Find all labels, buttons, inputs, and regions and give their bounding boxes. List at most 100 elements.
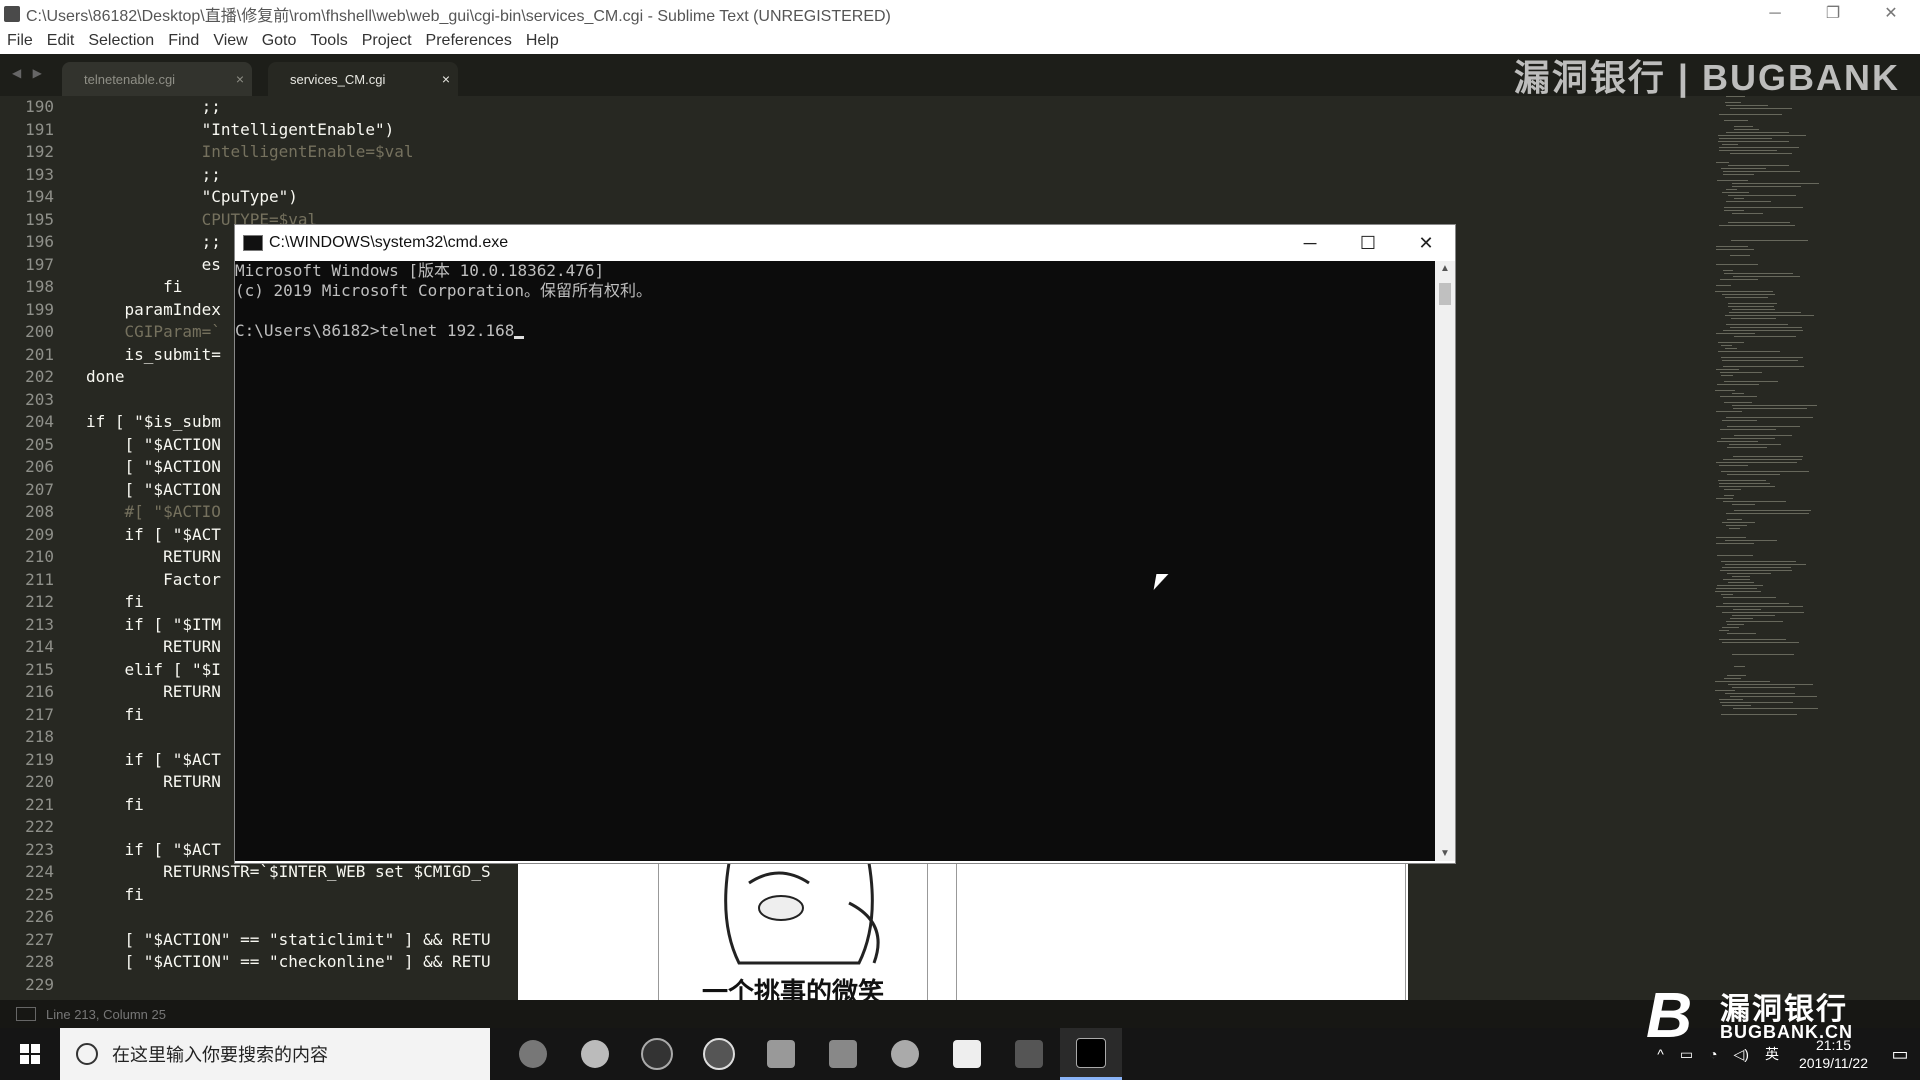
minimap-line (1722, 612, 1804, 613)
minimap-line (1718, 135, 1806, 136)
minimize-button[interactable]: ─ (1746, 0, 1804, 28)
scroll-down-icon[interactable]: ▼ (1435, 848, 1455, 859)
menu-find[interactable]: Find (161, 32, 206, 50)
minimap-line (1723, 501, 1786, 502)
minimap-line (1719, 225, 1795, 226)
code-line[interactable]: "IntelligentEnable") (86, 119, 1686, 142)
minimap-line (1731, 240, 1808, 241)
minimap-line (1727, 573, 1771, 574)
code-line[interactable]: ;; (86, 164, 1686, 187)
chat-icon (767, 1040, 795, 1068)
line-number: 204 (25, 412, 54, 431)
minimap-line (1726, 525, 1747, 526)
cmd-window[interactable]: C:\WINDOWS\system32\cmd.exe ─ ☐ ✕ Micros… (234, 224, 1456, 864)
cmd-minimize-button[interactable]: ─ (1281, 225, 1339, 261)
tab-close-icon[interactable]: × (434, 71, 458, 87)
minimap-line (1723, 366, 1804, 367)
minimap-line (1716, 411, 1742, 412)
minimap-line (1716, 606, 1803, 607)
scroll-thumb[interactable] (1439, 283, 1451, 305)
cmd-scrollbar[interactable]: ▲ ▼ (1435, 261, 1455, 861)
sublime-icon (1015, 1040, 1043, 1068)
menu-selection[interactable]: Selection (81, 32, 161, 50)
taskbar-search[interactable]: 在这里输入你要搜索的内容 (60, 1028, 490, 1080)
menu-view[interactable]: View (206, 32, 254, 50)
sticker-image: 一个挑事的微笑 (658, 862, 928, 1018)
line-number: 206 (25, 457, 54, 476)
terminal-icon (1076, 1037, 1106, 1068)
close-button[interactable]: ✕ (1862, 0, 1920, 28)
minimap-line (1732, 186, 1801, 187)
minimap-line (1718, 480, 1766, 481)
taskbar-app-cmd[interactable] (1060, 1028, 1122, 1080)
code-line[interactable]: ;; (86, 96, 1686, 119)
tab-nav-arrows[interactable]: ◀ ▶ (12, 66, 46, 80)
menu-file[interactable]: File (0, 32, 40, 50)
menu-help[interactable]: Help (519, 32, 566, 50)
minimap[interactable] (1715, 96, 1920, 1000)
minimap-line (1726, 324, 1788, 325)
taskbar-app-obs[interactable] (626, 1028, 688, 1080)
minimap-line (1725, 297, 1768, 298)
cmd-maximize-button[interactable]: ☐ (1339, 225, 1397, 261)
taskbar-app-explorer[interactable] (812, 1028, 874, 1080)
console-toggle-icon[interactable] (16, 1007, 36, 1021)
minimap-line (1715, 690, 1735, 691)
scroll-up-icon[interactable]: ▲ (1435, 263, 1455, 274)
minimap-line (1721, 561, 1796, 562)
code-line[interactable]: "CpuType") (86, 186, 1686, 209)
restore-button[interactable]: ❐ (1804, 0, 1862, 28)
minimap-line (1725, 693, 1795, 694)
taskbar-app-sublime[interactable] (998, 1028, 1060, 1080)
minimap-line (1720, 396, 1757, 397)
menu-goto[interactable]: Goto (255, 32, 304, 50)
minimap-line (1718, 141, 1789, 142)
taskbar-app-music[interactable] (688, 1028, 750, 1080)
tab-services-cm[interactable]: services_CM.cgi × (268, 62, 458, 96)
cmd-close-button[interactable]: ✕ (1397, 225, 1455, 261)
minimap-line (1716, 588, 1757, 589)
minimap-line (1721, 375, 1733, 376)
minimap-line (1716, 264, 1758, 265)
minimap-line (1727, 624, 1744, 625)
minimap-line (1718, 351, 1780, 352)
line-number: 216 (25, 682, 54, 701)
code-line[interactable]: IntelligentEnable=$val (86, 141, 1686, 164)
browser-icon (519, 1040, 547, 1068)
start-button[interactable] (0, 1028, 60, 1080)
menu-project[interactable]: Project (355, 32, 419, 50)
cmd-console[interactable]: Microsoft Windows [版本 10.0.18362.476] (c… (235, 261, 1435, 861)
minimap-line (1720, 372, 1762, 373)
minimap-line (1732, 504, 1755, 505)
taskbar-app-chat[interactable] (750, 1028, 812, 1080)
status-bar: Line 213, Column 25 (0, 1000, 1920, 1028)
minimap-line (1716, 249, 1754, 250)
watermark-top: 漏洞银行 | BUGBANK (1513, 57, 1900, 98)
minimap-line (1730, 327, 1802, 328)
obs-icon (641, 1038, 673, 1070)
taskbar-app-s[interactable] (936, 1028, 998, 1080)
minimap-line (1719, 699, 1743, 700)
console-input[interactable]: C:\Users\86182>telnet 192.168 (235, 321, 514, 340)
taskbar-app-firefox[interactable] (874, 1028, 936, 1080)
firefox-icon (891, 1040, 919, 1068)
menu-edit[interactable]: Edit (40, 32, 82, 50)
taskbar-app-browser2[interactable] (564, 1028, 626, 1080)
minimap-line (1729, 444, 1781, 445)
tab-close-icon[interactable]: × (228, 71, 252, 87)
taskbar-app-browser1[interactable] (502, 1028, 564, 1080)
minimap-line (1716, 369, 1739, 370)
tab-telnetenable[interactable]: telnetenable.cgi × (62, 62, 252, 96)
minimap-line (1722, 522, 1755, 523)
minimap-line (1721, 594, 1733, 595)
menu-tools[interactable]: Tools (303, 32, 354, 50)
minimap-line (1727, 474, 1780, 475)
minimap-line (1719, 639, 1786, 640)
line-number: 211 (25, 569, 54, 589)
notification-icon[interactable]: ▭ (1880, 1044, 1920, 1065)
minimap-line (1723, 330, 1803, 331)
menu-preferences[interactable]: Preferences (419, 32, 519, 50)
tab-label: telnetenable.cgi (84, 71, 176, 87)
minimap-line (1734, 336, 1796, 337)
line-number: 207 (25, 479, 54, 499)
